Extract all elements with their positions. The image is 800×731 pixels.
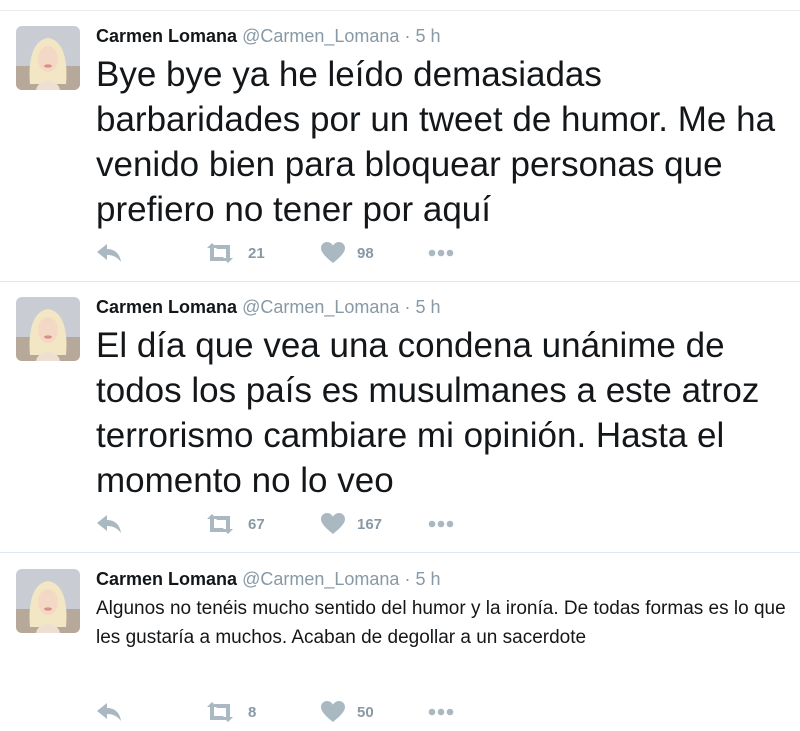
like-button[interactable]: 98 [321,241,374,265]
tweet-header: Carmen Lomana @Carmen_Lomana · 5 h [96,296,440,318]
tweet-actions: 67 167 [96,512,516,536]
tweet-text: Algunos no tenéis mucho sentido del humo… [96,598,786,648]
heart-icon [321,242,345,263]
more-button[interactable] [428,512,454,536]
like-count: 50 [357,703,374,721]
retweet-button[interactable]: 21 [204,241,265,265]
reply-icon [97,515,121,533]
like-button[interactable]: 167 [321,512,382,536]
tweet-header: Carmen Lomana @Carmen_Lomana · 5 h [96,568,440,590]
retweet-icon [207,514,233,534]
tweet-divider [0,281,800,282]
author-name[interactable]: Carmen Lomana [96,26,237,46]
retweet-button[interactable]: 67 [204,512,265,536]
tweet-text: Bye bye ya he leído demasiadas barbarida… [96,55,776,229]
tweet-header: Carmen Lomana @Carmen_Lomana · 5 h [96,25,440,47]
retweet-button[interactable]: 8 [204,700,256,724]
tweet-divider [0,552,800,553]
top-divider [0,10,800,11]
retweet-count: 8 [248,703,257,721]
retweet-icon [207,243,233,263]
avatar[interactable] [16,297,80,361]
tweet-text: El día que vea una condena unánime de to… [96,326,760,500]
reply-button[interactable] [96,241,122,265]
separator: · [404,569,411,589]
heart-icon [321,513,345,534]
retweet-icon [207,702,233,722]
more-button[interactable] [428,241,454,265]
avatar[interactable] [16,26,80,90]
author-handle[interactable]: @Carmen_Lomana [242,297,399,317]
more-icon [428,708,454,716]
more-button[interactable] [428,700,454,724]
timestamp[interactable]: 5 h [415,297,440,317]
author-handle[interactable]: @Carmen_Lomana [242,26,399,46]
like-count: 167 [357,515,383,533]
more-icon [428,249,454,257]
tweet-actions: 21 98 [96,241,516,265]
like-button[interactable]: 50 [321,700,374,724]
author-name[interactable]: Carmen Lomana [96,297,237,317]
reply-button[interactable] [96,512,122,536]
tweet-actions: 8 50 [96,700,516,724]
heart-icon [321,701,345,722]
more-icon [428,520,454,528]
reply-button[interactable] [96,700,122,724]
separator: · [404,26,411,46]
author-handle[interactable]: @Carmen_Lomana [242,569,399,589]
timestamp[interactable]: 5 h [415,26,440,46]
separator: · [404,297,411,317]
reply-icon [97,244,121,262]
avatar[interactable] [16,569,80,633]
retweet-count: 21 [248,244,265,262]
reply-icon [97,703,121,721]
author-name[interactable]: Carmen Lomana [96,569,237,589]
retweet-count: 67 [248,515,265,533]
like-count: 98 [357,244,374,262]
timestamp[interactable]: 5 h [415,569,440,589]
